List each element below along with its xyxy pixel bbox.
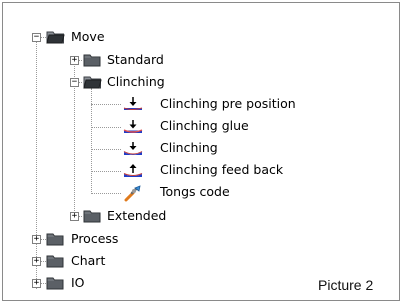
tree-connector — [91, 149, 121, 150]
tree-node-tongs-code[interactable]: Tongs code — [160, 184, 230, 199]
expand-symbol: + — [33, 278, 40, 288]
tree-node-process[interactable]: Process — [71, 231, 118, 246]
expand-toggle-extended[interactable]: + — [70, 212, 79, 221]
folder-icon — [46, 255, 64, 268]
folder-icon — [46, 277, 64, 290]
picture-caption: Picture 2 — [318, 277, 374, 293]
tree-node-standard[interactable]: Standard — [107, 52, 164, 67]
tree-node-clinching-feed-back[interactable]: Clinching feed back — [160, 162, 283, 177]
tree-connector — [91, 104, 121, 105]
tree-node-clinching-glue[interactable]: Clinching glue — [160, 118, 249, 133]
collapse-toggle-clinching[interactable]: − — [70, 78, 79, 87]
expand-toggle-standard[interactable]: + — [70, 56, 79, 65]
collapse-symbol: − — [71, 77, 78, 87]
expand-toggle-chart[interactable]: + — [32, 257, 41, 266]
open-folder-icon — [83, 76, 102, 89]
tree-connector — [91, 193, 121, 194]
tree-connector — [36, 39, 37, 289]
tree-node-io[interactable]: IO — [71, 275, 85, 290]
open-folder-icon — [46, 31, 65, 44]
expand-symbol: + — [71, 211, 78, 221]
clinching-feed-back-icon — [123, 164, 143, 177]
expand-symbol: + — [33, 234, 40, 244]
expand-toggle-io[interactable]: + — [32, 279, 41, 288]
clinching-glue-icon — [123, 120, 143, 133]
collapse-symbol: − — [33, 32, 40, 42]
clinching-icon — [123, 142, 143, 155]
expand-symbol: + — [33, 256, 40, 266]
expand-toggle-process[interactable]: + — [32, 235, 41, 244]
tree-node-clinching[interactable]: Clinching — [160, 140, 218, 155]
tree-node-chart[interactable]: Chart — [71, 253, 105, 268]
tree-node-clinching-pre-position[interactable]: Clinching pre position — [160, 96, 296, 111]
tree-node-clinching-folder[interactable]: Clinching — [107, 74, 165, 89]
tree-connector — [91, 171, 121, 172]
collapse-toggle-move[interactable]: − — [32, 33, 41, 42]
tree-node-extended[interactable]: Extended — [107, 208, 166, 223]
clinching-pre-position-icon — [123, 97, 143, 110]
tongs-code-icon — [124, 185, 141, 202]
folder-icon — [83, 54, 101, 67]
folder-icon — [46, 233, 64, 246]
tree-view: − Move + Standard − Clinching Clinching … — [3, 3, 399, 300]
expand-symbol: + — [71, 55, 78, 65]
tree-panel: − Move + Standard − Clinching Clinching … — [2, 2, 400, 301]
tree-connector — [91, 127, 121, 128]
tree-node-move[interactable]: Move — [71, 29, 105, 44]
folder-icon — [83, 210, 101, 223]
